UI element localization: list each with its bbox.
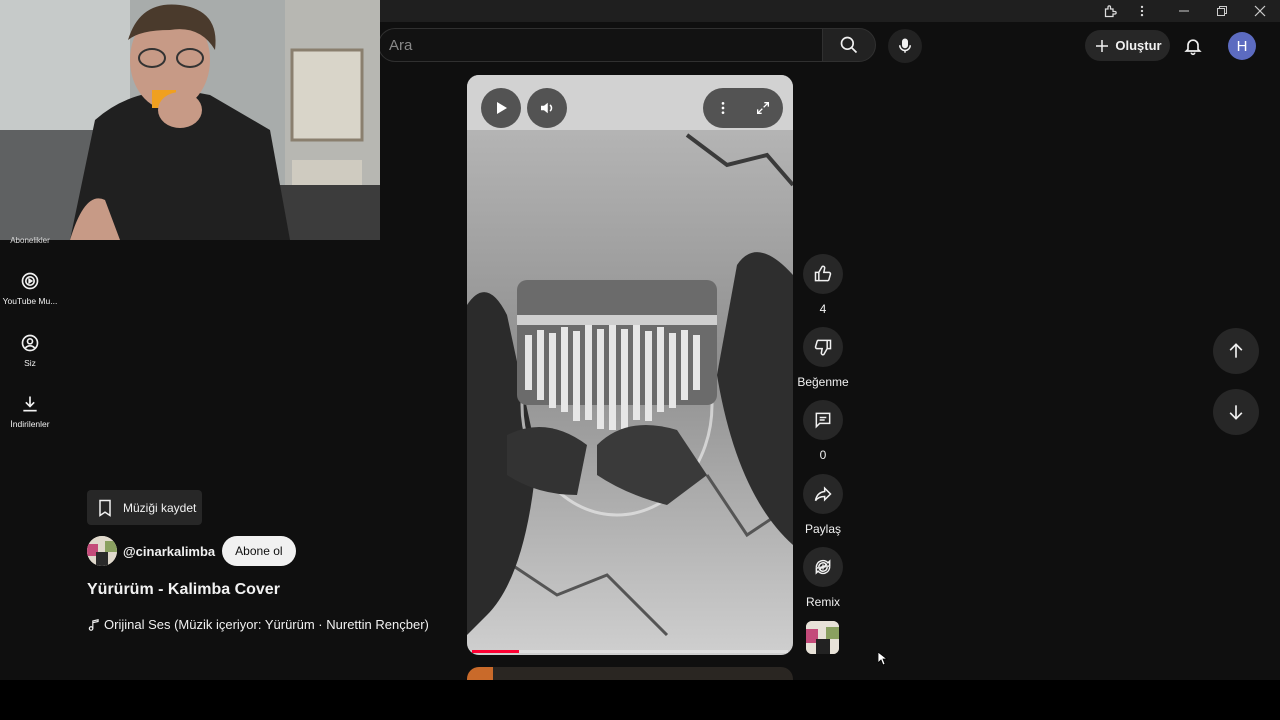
player-more-button[interactable] [703, 88, 743, 128]
dislike-button[interactable] [803, 327, 843, 367]
comment-icon [815, 412, 831, 429]
dislike-action: Beğenme [797, 327, 849, 389]
notifications-button[interactable] [1180, 33, 1206, 59]
remix-icon [815, 559, 831, 575]
next-video-preview[interactable] [467, 667, 793, 681]
arrow-up-icon [1229, 343, 1243, 358]
channel-name[interactable]: @cinarkalimba [123, 544, 215, 559]
voice-search-button[interactable] [888, 29, 922, 63]
channel-avatar[interactable] [87, 536, 117, 566]
sound-thumbnail[interactable] [806, 621, 839, 654]
remix-label: Remix [805, 595, 840, 609]
search-input[interactable] [378, 28, 822, 62]
save-music-label: Müziği kaydet [123, 500, 197, 515]
extensions-icon[interactable] [1092, 0, 1128, 22]
volume-button[interactable] [527, 88, 567, 128]
remix-action: Remix [798, 547, 848, 609]
mouse-cursor-icon [877, 651, 889, 671]
bell-icon [1184, 39, 1202, 56]
next-short-button[interactable] [1213, 389, 1259, 435]
thumbs-up-icon [814, 265, 832, 282]
more-vert-icon[interactable] [1124, 0, 1160, 22]
comment-count: 0 [819, 448, 827, 462]
microphone-icon [899, 38, 911, 53]
youtube-music-icon [21, 272, 39, 290]
download-icon [23, 396, 37, 412]
sidebar-item-downloads[interactable]: İndirilenler [0, 394, 60, 429]
create-button[interactable]: Oluştur [1085, 30, 1170, 61]
video-progress-bar[interactable] [472, 650, 788, 653]
video-progress-fill [472, 650, 520, 653]
video-title[interactable]: Yürürüm - Kalimba Cover [87, 581, 280, 599]
dislike-label: Beğenme [797, 375, 849, 389]
play-button[interactable] [481, 88, 521, 128]
volume-icon [541, 102, 553, 114]
share-icon [814, 486, 832, 502]
webcam-overlay [0, 0, 380, 240]
previous-short-button[interactable] [1213, 328, 1259, 374]
fullscreen-button[interactable] [743, 88, 783, 128]
share-label: Paylaş [804, 522, 842, 536]
sidebar-item-label: YouTube Mu... [2, 296, 58, 306]
sound-label: Orijinal Ses (Müzik içeriyor: Yürürüm · … [104, 617, 429, 632]
create-label: Oluştur [1115, 38, 1162, 53]
play-icon [497, 102, 507, 114]
sidebar-item-you[interactable]: Siz [0, 333, 60, 368]
sidebar-item-label: Siz [24, 358, 36, 368]
bookmark-icon [99, 499, 111, 517]
user-circle-icon [21, 334, 39, 352]
subscribe-button[interactable]: Abone ol [222, 536, 296, 566]
arrow-down-icon [1229, 405, 1243, 420]
music-note-icon [88, 618, 99, 631]
like-action: 4 [798, 254, 848, 316]
plus-icon [1096, 39, 1109, 52]
like-count: 4 [819, 302, 827, 316]
remix-button[interactable] [803, 547, 843, 587]
search-icon [840, 36, 858, 54]
os-taskbar [0, 680, 1280, 720]
sidebar-item-subscriptions-clipped[interactable]: Abonelikler [0, 236, 60, 245]
comment-action: 0 [798, 400, 848, 462]
comment-button[interactable] [803, 400, 843, 440]
account-avatar[interactable]: H [1228, 32, 1256, 60]
search-button[interactable] [822, 28, 876, 62]
channel-row: @cinarkalimba Abone ol [87, 536, 296, 566]
share-button[interactable] [803, 474, 843, 514]
more-vert-icon [721, 102, 725, 114]
shorts-video-player[interactable] [467, 75, 793, 655]
video-frame [467, 75, 793, 655]
save-music-button[interactable]: Müziği kaydet [87, 490, 202, 525]
sound-link[interactable]: Orijinal Ses (Müzik içeriyor: Yürürüm · … [87, 617, 429, 632]
like-button[interactable] [803, 254, 843, 294]
restore-icon[interactable] [1204, 0, 1240, 22]
thumbs-down-icon [814, 339, 832, 356]
share-action: Paylaş [798, 474, 848, 536]
expand-icon [757, 102, 769, 114]
minimize-icon[interactable] [1166, 0, 1202, 22]
sidebar-item-label: İndirilenler [10, 419, 50, 429]
close-icon[interactable] [1242, 0, 1278, 22]
sidebar-item-youtube-music[interactable]: YouTube Mu... [0, 271, 60, 306]
